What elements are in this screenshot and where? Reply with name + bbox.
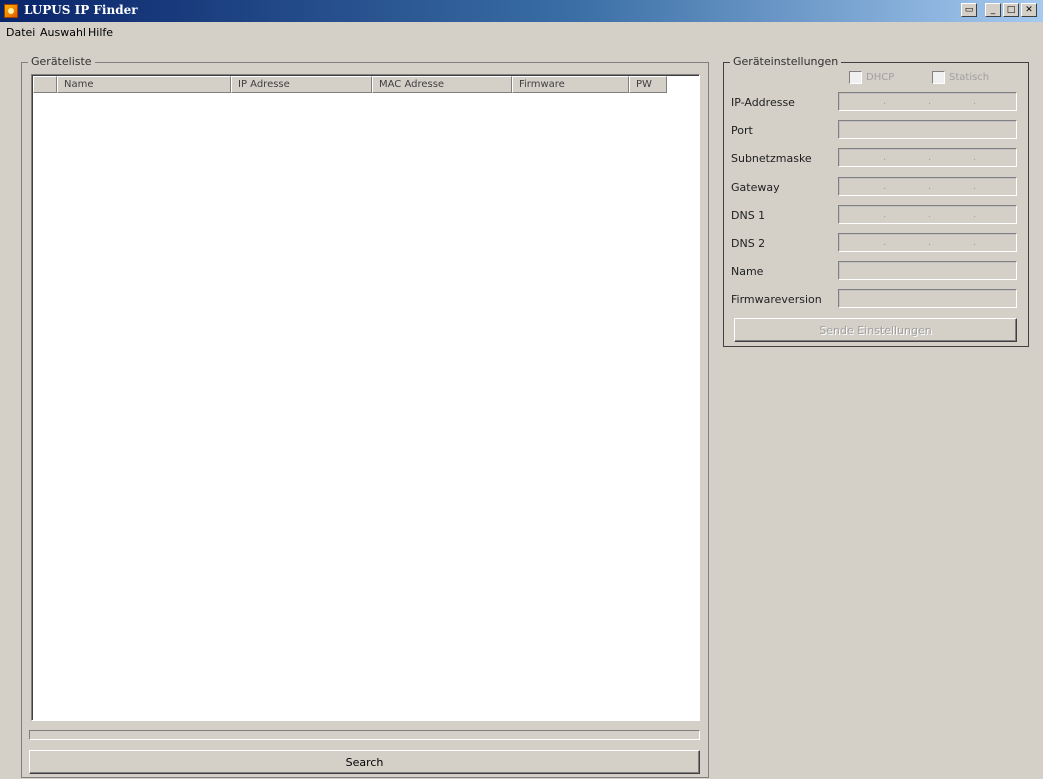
gateway-input[interactable]: . . . bbox=[838, 177, 1017, 196]
send-settings-button[interactable]: Sende Einstellungen bbox=[734, 318, 1017, 342]
subnet-dot-3: . bbox=[973, 152, 977, 163]
port-label: Port bbox=[731, 124, 753, 137]
progress-bar bbox=[29, 730, 700, 740]
static-label: Statisch bbox=[949, 72, 990, 83]
column-header-ip[interactable]: IP Adresse bbox=[231, 76, 372, 93]
window-title: LUPUS IP Finder bbox=[24, 3, 138, 17]
ip-address-input[interactable]: . . . bbox=[838, 92, 1017, 111]
ip-dot-1: . bbox=[883, 96, 887, 107]
list-header: Name IP Adresse MAC Adresse Firmware PW bbox=[33, 76, 667, 93]
static-checkbox-box[interactable] bbox=[932, 71, 945, 84]
firmware-version-input[interactable] bbox=[838, 289, 1017, 308]
menu-bar: Datei Auswahl Hilfe bbox=[0, 22, 1043, 42]
title-bar[interactable]: LUPUS IP Finder ▭ _ □ ✕ bbox=[0, 0, 1043, 22]
help-icon[interactable]: ▭ bbox=[961, 3, 977, 17]
gateway-label: Gateway bbox=[731, 181, 780, 194]
dns2-input[interactable]: . . . bbox=[838, 233, 1017, 252]
dns1-dot-2: . bbox=[928, 209, 932, 220]
device-list[interactable]: Name IP Adresse MAC Adresse Firmware PW bbox=[31, 74, 700, 721]
firmware-version-label: Firmwareversion bbox=[731, 293, 822, 306]
dhcp-checkbox-box[interactable] bbox=[849, 71, 862, 84]
subnet-input[interactable]: . . . bbox=[838, 148, 1017, 167]
menu-datei[interactable]: Datei bbox=[6, 26, 35, 39]
search-button[interactable]: Search bbox=[29, 750, 700, 774]
ip-dot-3: . bbox=[973, 96, 977, 107]
column-header-pw[interactable]: PW bbox=[629, 76, 667, 93]
subnet-dot-2: . bbox=[928, 152, 932, 163]
ip-address-label: IP-Addresse bbox=[731, 96, 795, 109]
dhcp-label: DHCP bbox=[866, 72, 895, 83]
dns2-dot-3: . bbox=[973, 237, 977, 248]
minimize-button[interactable]: _ bbox=[985, 3, 1001, 17]
dns2-dot-1: . bbox=[883, 237, 887, 248]
gateway-dot-3: . bbox=[973, 181, 977, 192]
settings-legend: Geräteinstellungen bbox=[730, 55, 842, 68]
column-header-firmware[interactable]: Firmware bbox=[512, 76, 629, 93]
maximize-button[interactable]: □ bbox=[1003, 3, 1019, 17]
close-button[interactable]: ✕ bbox=[1021, 3, 1037, 17]
column-header-name[interactable]: Name bbox=[57, 76, 231, 93]
menu-auswahl[interactable]: Auswahl bbox=[40, 26, 86, 39]
dns1-input[interactable]: . . . bbox=[838, 205, 1017, 224]
port-input[interactable] bbox=[838, 120, 1017, 139]
name-label: Name bbox=[731, 265, 764, 278]
dhcp-checkbox[interactable]: DHCP bbox=[849, 71, 894, 84]
dns1-dot-1: . bbox=[883, 209, 887, 220]
subnet-label: Subnetzmaske bbox=[731, 152, 812, 165]
dns1-label: DNS 1 bbox=[731, 209, 766, 222]
name-input[interactable] bbox=[838, 261, 1017, 280]
gateway-dot-1: . bbox=[883, 181, 887, 192]
gateway-dot-2: . bbox=[928, 181, 932, 192]
ip-dot-2: . bbox=[928, 96, 932, 107]
column-header-blank[interactable] bbox=[33, 76, 57, 93]
static-checkbox[interactable]: Statisch bbox=[932, 71, 989, 84]
dns2-label: DNS 2 bbox=[731, 237, 766, 250]
column-header-mac[interactable]: MAC Adresse bbox=[372, 76, 512, 93]
dns2-dot-2: . bbox=[928, 237, 932, 248]
subnet-dot-1: . bbox=[883, 152, 887, 163]
dns1-dot-3: . bbox=[973, 209, 977, 220]
menu-hilfe[interactable]: Hilfe bbox=[88, 26, 113, 39]
device-list-legend: Geräteliste bbox=[28, 55, 95, 68]
caption-buttons: ▭ _ □ ✕ bbox=[961, 3, 1037, 17]
app-icon bbox=[4, 4, 18, 18]
